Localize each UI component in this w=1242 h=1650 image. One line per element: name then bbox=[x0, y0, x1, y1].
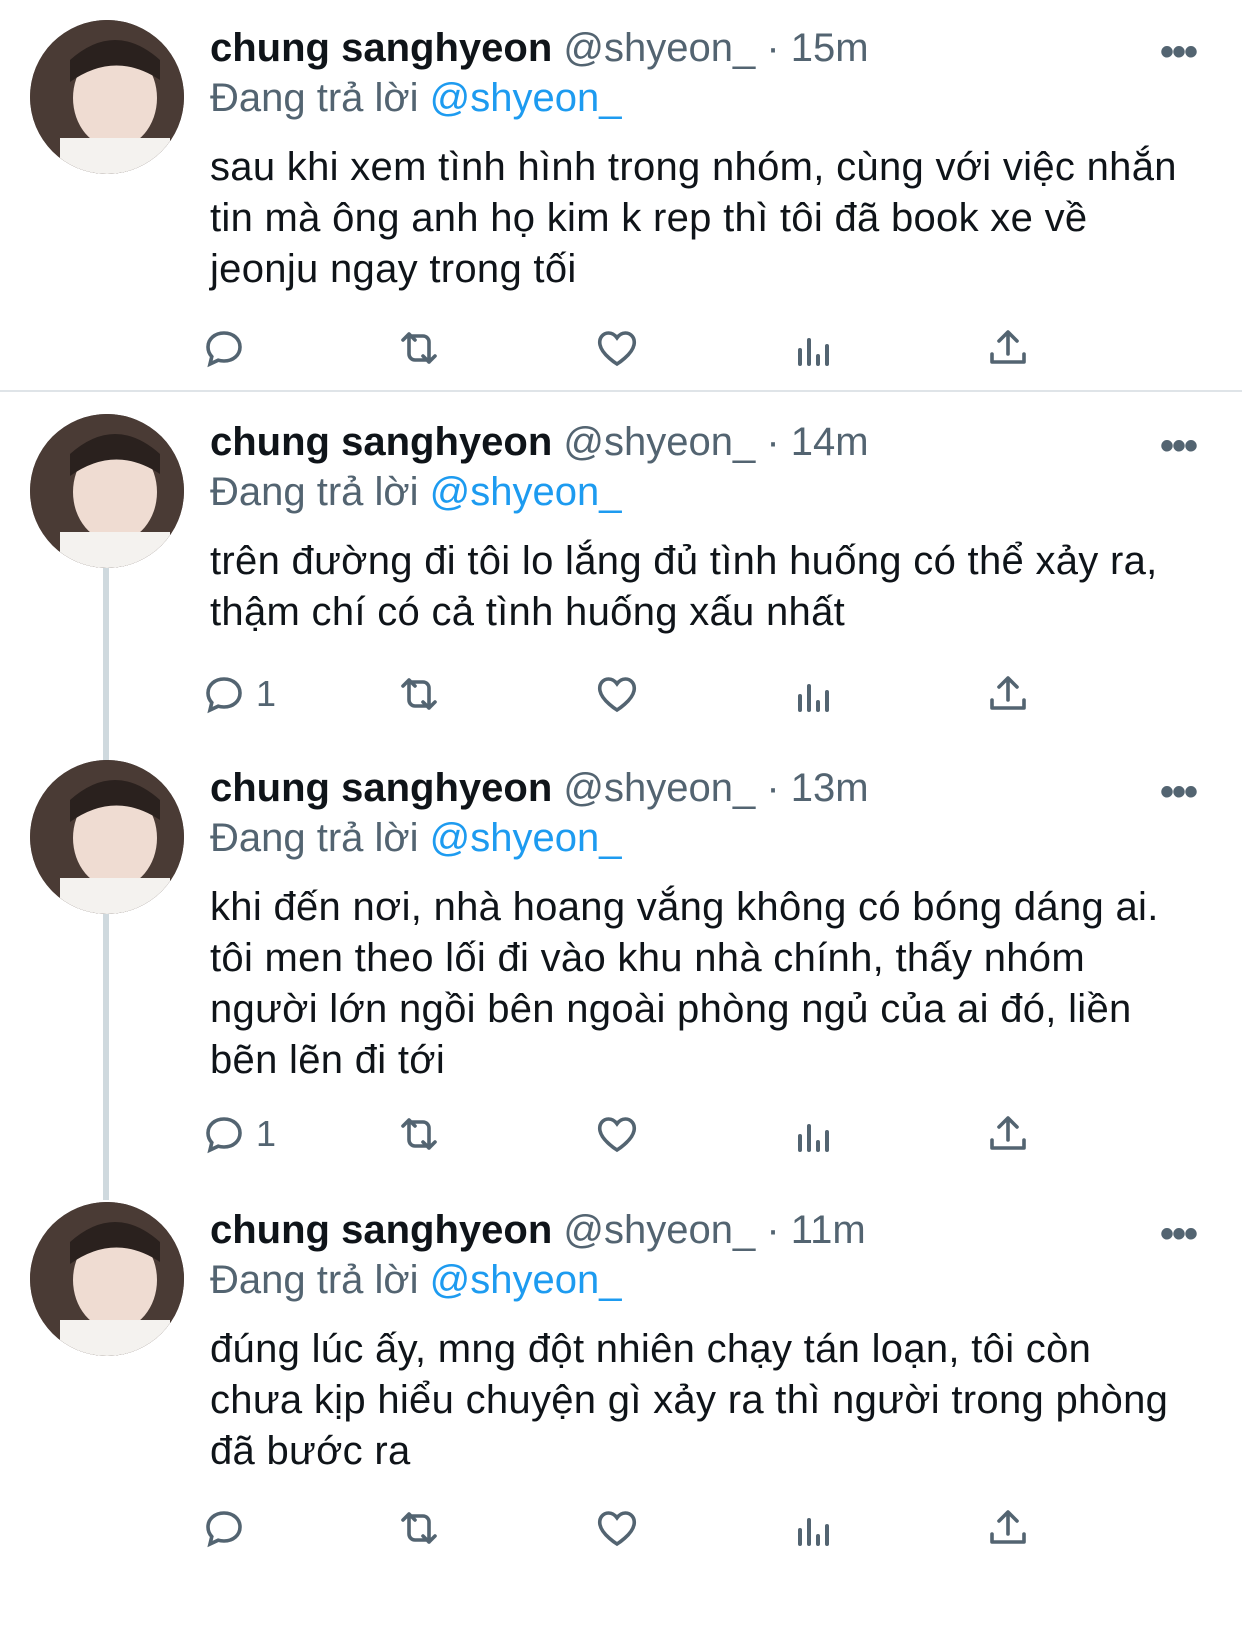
heart-icon bbox=[597, 677, 637, 713]
share-icon bbox=[990, 676, 1026, 710]
separator-dot: · bbox=[766, 766, 780, 810]
views-button[interactable] bbox=[790, 320, 838, 376]
like-button[interactable] bbox=[593, 666, 641, 722]
views-icon bbox=[798, 1124, 829, 1152]
avatar[interactable] bbox=[30, 20, 184, 174]
author-name[interactable]: chung sanghyeon bbox=[210, 420, 552, 464]
share-icon bbox=[990, 1116, 1026, 1150]
retweet-icon bbox=[401, 1512, 437, 1544]
reply-button[interactable] bbox=[200, 1500, 256, 1556]
timestamp[interactable]: 13m bbox=[791, 766, 869, 810]
author-name[interactable]: chung sanghyeon bbox=[210, 26, 552, 70]
replying-prefix: Đang trả lời bbox=[210, 816, 419, 860]
views-button[interactable] bbox=[790, 1500, 838, 1556]
reply-button[interactable]: 1 bbox=[200, 666, 276, 722]
views-icon bbox=[798, 1518, 829, 1546]
heart-icon bbox=[597, 1117, 637, 1153]
retweet-button[interactable] bbox=[395, 320, 443, 376]
tweet-text: sau khi xem tình hình trong nhóm, cùng v… bbox=[210, 145, 1177, 291]
tweet[interactable]: chung sanghyeon @shyeon_ · 15m ••• Đang … bbox=[0, 20, 1242, 390]
share-icon bbox=[990, 1510, 1026, 1544]
tweet-text: đúng lúc ấy, mng đột nhiên chạy tán loạn… bbox=[210, 1327, 1169, 1473]
tweet[interactable]: chung sanghyeon @shyeon_ · 13m ••• Đang … bbox=[0, 760, 1242, 1190]
separator-dot: · bbox=[766, 26, 780, 70]
tweet-header: chung sanghyeon @shyeon_ · 14m bbox=[210, 418, 1162, 466]
more-horizontal-icon[interactable]: ••• bbox=[1160, 426, 1198, 466]
mention-link[interactable]: @shyeon_ bbox=[430, 76, 622, 120]
retweet-icon bbox=[401, 1118, 437, 1150]
like-button[interactable] bbox=[593, 1106, 641, 1162]
retweet-button[interactable] bbox=[395, 1500, 443, 1556]
timestamp[interactable]: 11m bbox=[791, 1208, 866, 1252]
share-button[interactable] bbox=[984, 320, 1032, 376]
retweet-button[interactable] bbox=[395, 1106, 443, 1162]
mention-link[interactable]: @shyeon_ bbox=[430, 816, 622, 860]
retweet-icon bbox=[401, 678, 437, 710]
reply-icon bbox=[206, 1511, 242, 1548]
action-bar bbox=[206, 320, 1110, 376]
action-bar bbox=[206, 1500, 1110, 1556]
author-name[interactable]: chung sanghyeon bbox=[210, 766, 552, 810]
heart-icon bbox=[597, 331, 637, 367]
heart-icon bbox=[597, 1511, 637, 1547]
tweet-header: chung sanghyeon @shyeon_ · 11m bbox=[210, 1206, 1162, 1254]
replying-to: Đang trả lời @shyeon_ bbox=[210, 74, 622, 122]
replying-prefix: Đang trả lời bbox=[210, 470, 419, 514]
timestamp[interactable]: 15m bbox=[791, 26, 869, 70]
retweet-button[interactable] bbox=[395, 666, 443, 722]
avatar[interactable] bbox=[30, 414, 184, 568]
mention-link[interactable]: @shyeon_ bbox=[430, 1258, 622, 1302]
separator-dot: · bbox=[766, 420, 780, 464]
replying-to: Đang trả lời @shyeon_ bbox=[210, 468, 622, 516]
replying-prefix: Đang trả lời bbox=[210, 1258, 419, 1302]
separator-dot: · bbox=[766, 1208, 780, 1252]
author-handle[interactable]: @shyeon_ bbox=[563, 26, 755, 70]
mention-link[interactable]: @shyeon_ bbox=[430, 470, 622, 514]
author-name[interactable]: chung sanghyeon bbox=[210, 1208, 552, 1252]
share-button[interactable] bbox=[984, 1500, 1032, 1556]
reply-icon bbox=[206, 331, 242, 368]
views-button[interactable] bbox=[790, 666, 838, 722]
tweet-header: chung sanghyeon @shyeon_ · 13m bbox=[210, 764, 1162, 812]
replying-prefix: Đang trả lời bbox=[210, 76, 419, 120]
divider bbox=[0, 390, 1242, 392]
reply-icon bbox=[206, 1117, 242, 1154]
tweet-header: chung sanghyeon @shyeon_ · 15m bbox=[210, 24, 1162, 72]
timestamp[interactable]: 14m bbox=[791, 420, 869, 464]
author-handle[interactable]: @shyeon_ bbox=[563, 1208, 755, 1252]
reply-count: 1 bbox=[256, 1113, 277, 1154]
share-button[interactable] bbox=[984, 1106, 1032, 1162]
avatar[interactable] bbox=[30, 1202, 184, 1356]
avatar[interactable] bbox=[30, 760, 184, 914]
share-button[interactable] bbox=[984, 666, 1032, 722]
like-button[interactable] bbox=[593, 320, 641, 376]
tweet-text: khi đến nơi, nhà hoang vắng không có bón… bbox=[210, 885, 1159, 1082]
tweet[interactable]: chung sanghyeon @shyeon_ · 14m ••• Đang … bbox=[0, 414, 1242, 744]
action-bar: 1 bbox=[206, 666, 1110, 722]
like-button[interactable] bbox=[593, 1500, 641, 1556]
views-icon bbox=[798, 338, 829, 366]
views-button[interactable] bbox=[790, 1106, 838, 1162]
share-icon bbox=[990, 330, 1026, 364]
reply-icon bbox=[206, 677, 242, 714]
reply-count: 1 bbox=[256, 673, 277, 714]
author-handle[interactable]: @shyeon_ bbox=[563, 420, 755, 464]
reply-button[interactable]: 1 bbox=[200, 1106, 276, 1162]
retweet-icon bbox=[401, 332, 437, 364]
tweet-text: trên đường đi tôi lo lắng đủ tình huống … bbox=[210, 539, 1158, 634]
reply-button[interactable] bbox=[200, 320, 256, 376]
more-horizontal-icon[interactable]: ••• bbox=[1160, 32, 1198, 72]
author-handle[interactable]: @shyeon_ bbox=[563, 766, 755, 810]
replying-to: Đang trả lời @shyeon_ bbox=[210, 814, 622, 862]
replying-to: Đang trả lời @shyeon_ bbox=[210, 1256, 622, 1304]
views-icon bbox=[798, 684, 829, 712]
more-horizontal-icon[interactable]: ••• bbox=[1160, 772, 1198, 812]
action-bar: 1 bbox=[206, 1106, 1110, 1162]
more-horizontal-icon[interactable]: ••• bbox=[1160, 1214, 1198, 1254]
tweet[interactable]: chung sanghyeon @shyeon_ · 11m ••• Đang … bbox=[0, 1202, 1242, 1642]
